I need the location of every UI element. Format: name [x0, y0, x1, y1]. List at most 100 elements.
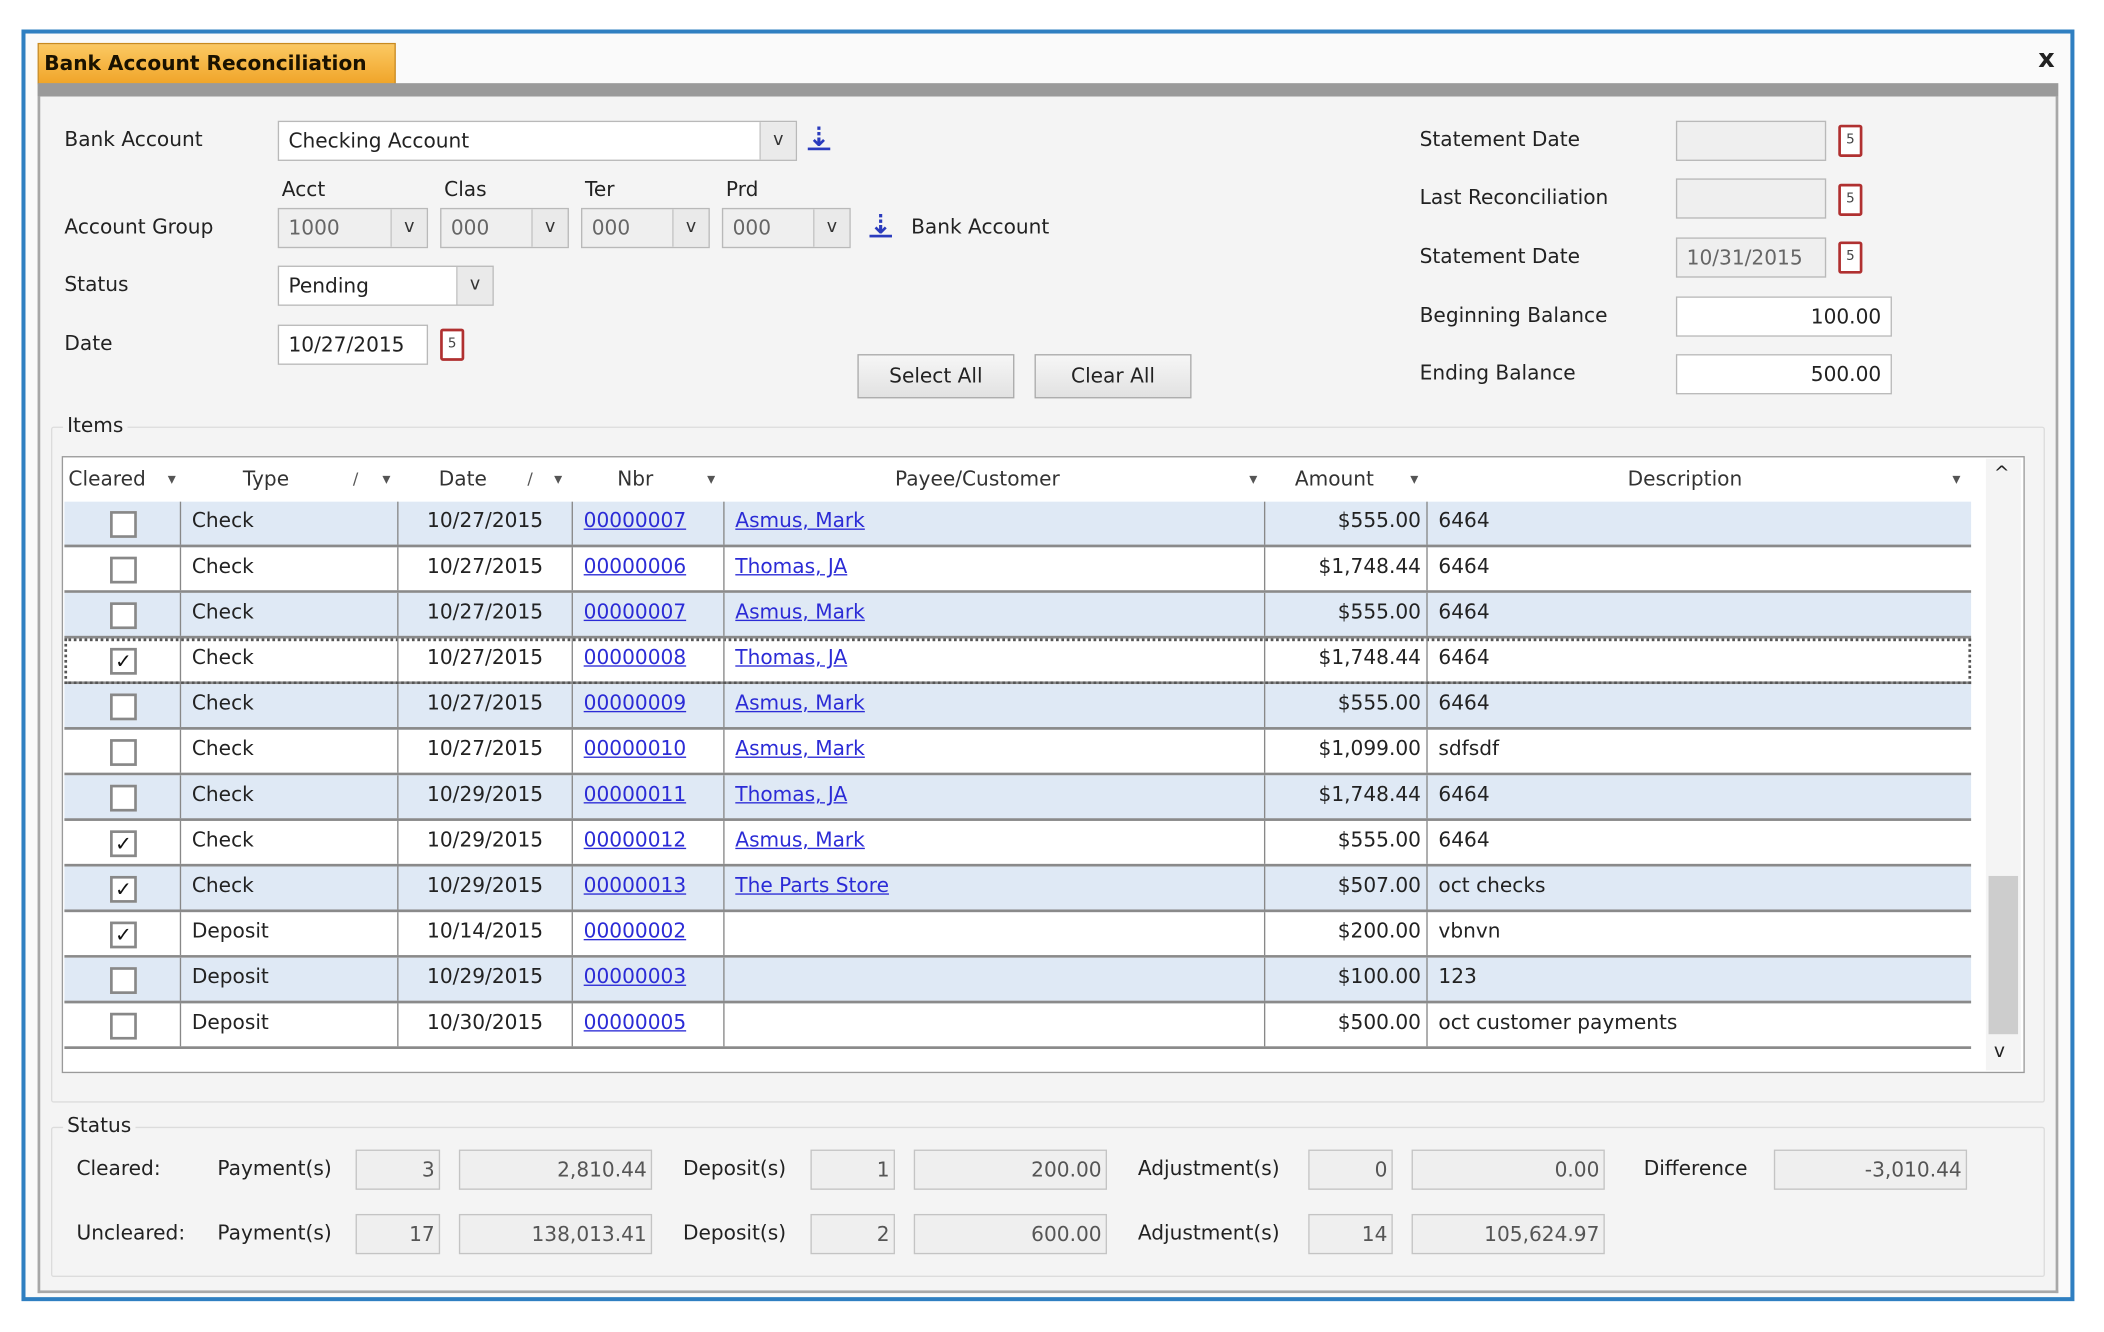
payee-cell[interactable]	[725, 1003, 1266, 1047]
nbr-cell[interactable]: 00000013	[573, 866, 725, 910]
nbr-link[interactable]: 00000007	[584, 508, 686, 532]
nbr-link[interactable]: 00000013	[584, 873, 686, 897]
chevron-down-icon[interactable]: v	[390, 209, 427, 247]
payee-cell[interactable]: Asmus, Mark	[725, 592, 1266, 636]
column-header-description[interactable]: Description	[1628, 457, 1743, 503]
column-header-nbr[interactable]: Nbr	[617, 457, 653, 503]
payee-cell[interactable]: Asmus, Mark	[725, 501, 1266, 545]
chevron-down-icon[interactable]: v	[456, 266, 493, 305]
lookup-link-icon[interactable]: ⇣	[808, 121, 830, 153]
nbr-link[interactable]: 00000003	[584, 964, 686, 988]
payee-cell[interactable]: Asmus, Mark	[725, 820, 1266, 864]
nbr-cell[interactable]: 00000005	[573, 1003, 725, 1047]
table-row[interactable]: Check 10/27/2015 00000007 Asmus, Mark $555.0…	[64, 592, 1972, 639]
scroll-down-icon[interactable]: v	[1994, 1041, 2005, 1062]
filter-dropdown-icon[interactable]: ▾	[1249, 457, 1257, 503]
payee-link[interactable]: Asmus, Mark	[735, 508, 865, 532]
payee-link[interactable]: Asmus, Mark	[735, 828, 865, 852]
cleared-checkbox[interactable]	[110, 511, 137, 538]
calendar-icon[interactable]: 5	[1838, 124, 1863, 157]
table-row[interactable]: ✓ Check 10/27/2015 00000008 Thomas, JA $1,748…	[64, 638, 1972, 685]
nbr-link[interactable]: 00000009	[584, 691, 686, 715]
scroll-up-icon[interactable]: ^	[1994, 463, 2010, 484]
table-row[interactable]: Check 10/27/2015 00000010 Asmus, Mark $1,099…	[64, 729, 1972, 776]
nbr-cell[interactable]: 00000008	[573, 638, 725, 682]
chevron-down-icon[interactable]: v	[813, 209, 850, 247]
statement-date-input[interactable]	[1675, 120, 1827, 161]
table-row[interactable]: ✓ Deposit 10/14/2015 00000002 $200.00 vbnvn	[64, 912, 1972, 958]
nbr-cell[interactable]: 00000007	[573, 592, 725, 636]
calendar-icon[interactable]: 5	[1838, 241, 1863, 274]
payee-cell[interactable]	[725, 912, 1266, 956]
nbr-link[interactable]: 00000008	[584, 645, 686, 669]
payee-link[interactable]: Asmus, Mark	[735, 691, 865, 715]
select-all-button[interactable]: Select All	[857, 354, 1015, 399]
filter-dropdown-icon[interactable]: ▾	[707, 457, 715, 503]
status-select[interactable]: Pending v	[277, 265, 494, 306]
cleared-checkbox[interactable]: ✓	[110, 921, 137, 949]
scrollbar-thumb[interactable]	[1988, 875, 2019, 1035]
calendar-icon[interactable]: 5	[1838, 183, 1863, 216]
table-row[interactable]: Check 10/29/2015 00000011 Thomas, JA $1,748.…	[64, 775, 1972, 821]
cleared-checkbox[interactable]: ✓	[110, 830, 137, 858]
window-tab[interactable]: Bank Account Reconciliation	[37, 42, 396, 85]
payee-cell[interactable]: Asmus, Mark	[725, 684, 1266, 728]
cleared-checkbox[interactable]	[110, 556, 137, 584]
cleared-checkbox[interactable]: ✓	[110, 875, 137, 903]
table-row[interactable]: ✓ Check 10/29/2015 00000013 The Parts Store $…	[64, 866, 1972, 913]
payee-link[interactable]: Thomas, JA	[735, 645, 847, 669]
column-header-type[interactable]: Type	[243, 457, 289, 503]
payee-cell[interactable]: Thomas, JA	[725, 638, 1266, 682]
cleared-checkbox[interactable]	[110, 967, 137, 994]
filter-dropdown-icon[interactable]: ▾	[382, 457, 390, 503]
cleared-checkbox[interactable]	[110, 739, 137, 766]
payee-cell[interactable]: Thomas, JA	[725, 547, 1266, 591]
payee-cell[interactable]: Thomas, JA	[725, 775, 1266, 819]
cleared-checkbox[interactable]	[110, 602, 137, 630]
payee-link[interactable]: The Parts Store	[735, 873, 889, 897]
column-header-payeecustomer[interactable]: Payee/Customer	[895, 457, 1060, 503]
calendar-icon[interactable]: 5	[440, 328, 465, 361]
chevron-down-icon[interactable]: v	[531, 209, 568, 247]
date-input[interactable]: 10/27/2015	[277, 324, 429, 365]
lookup-link-icon[interactable]: ⇣	[869, 208, 891, 240]
segment-select-prd[interactable]: 000 v	[721, 207, 851, 249]
nbr-cell[interactable]: 00000003	[573, 957, 725, 1001]
table-row[interactable]: Deposit 10/30/2015 00000005 $500.00 oct cust…	[64, 1003, 1972, 1049]
nbr-link[interactable]: 00000005	[584, 1010, 686, 1034]
cleared-checkbox[interactable]: ✓	[110, 647, 137, 675]
nbr-link[interactable]: 00000012	[584, 828, 686, 852]
nbr-link[interactable]: 00000010	[584, 736, 686, 760]
nbr-link[interactable]: 00000007	[584, 600, 686, 624]
filter-dropdown-icon[interactable]: ▾	[1952, 457, 1960, 503]
statement-date-input[interactable]: 10/31/2015	[1675, 237, 1827, 278]
nbr-link[interactable]: 00000011	[584, 782, 686, 806]
payee-link[interactable]: Thomas, JA	[735, 782, 847, 806]
beginning-balance-input[interactable]: 100.00	[1675, 296, 1892, 337]
bank-account-link[interactable]: Bank Account	[911, 215, 1049, 239]
table-row[interactable]: Check 10/27/2015 00000007 Asmus, Mark $555.0…	[64, 501, 1972, 548]
column-header-cleared[interactable]: Cleared	[68, 457, 145, 503]
cleared-checkbox[interactable]	[110, 693, 137, 721]
nbr-cell[interactable]: 00000010	[573, 729, 725, 773]
payee-cell[interactable]	[725, 957, 1266, 1001]
payee-link[interactable]: Asmus, Mark	[735, 600, 865, 624]
cleared-checkbox[interactable]	[110, 784, 137, 812]
nbr-link[interactable]: 00000006	[584, 554, 686, 578]
nbr-cell[interactable]: 00000011	[573, 775, 725, 819]
table-row[interactable]: ✓ Check 10/29/2015 00000012 Asmus, Mark $555.…	[64, 820, 1972, 867]
payee-link[interactable]: Thomas, JA	[735, 554, 847, 578]
filter-dropdown-icon[interactable]: ▾	[554, 457, 562, 503]
sort-icon[interactable]: /	[353, 457, 358, 503]
payee-cell[interactable]: The Parts Store	[725, 866, 1266, 910]
nbr-cell[interactable]: 00000012	[573, 820, 725, 864]
cleared-checkbox[interactable]	[110, 1012, 137, 1040]
filter-dropdown-icon[interactable]: ▾	[168, 457, 176, 503]
close-icon[interactable]: x	[2038, 44, 2054, 74]
filter-dropdown-icon[interactable]: ▾	[1410, 457, 1418, 503]
payee-cell[interactable]: Asmus, Mark	[725, 729, 1266, 773]
table-row[interactable]: Check 10/27/2015 00000006 Thomas, JA $1,748.…	[64, 547, 1972, 593]
table-row[interactable]: Deposit 10/29/2015 00000003 $100.00 123	[64, 957, 1972, 1004]
last-reconciliation-input[interactable]	[1675, 178, 1827, 219]
segment-select-ter[interactable]: 000 v	[580, 207, 710, 249]
